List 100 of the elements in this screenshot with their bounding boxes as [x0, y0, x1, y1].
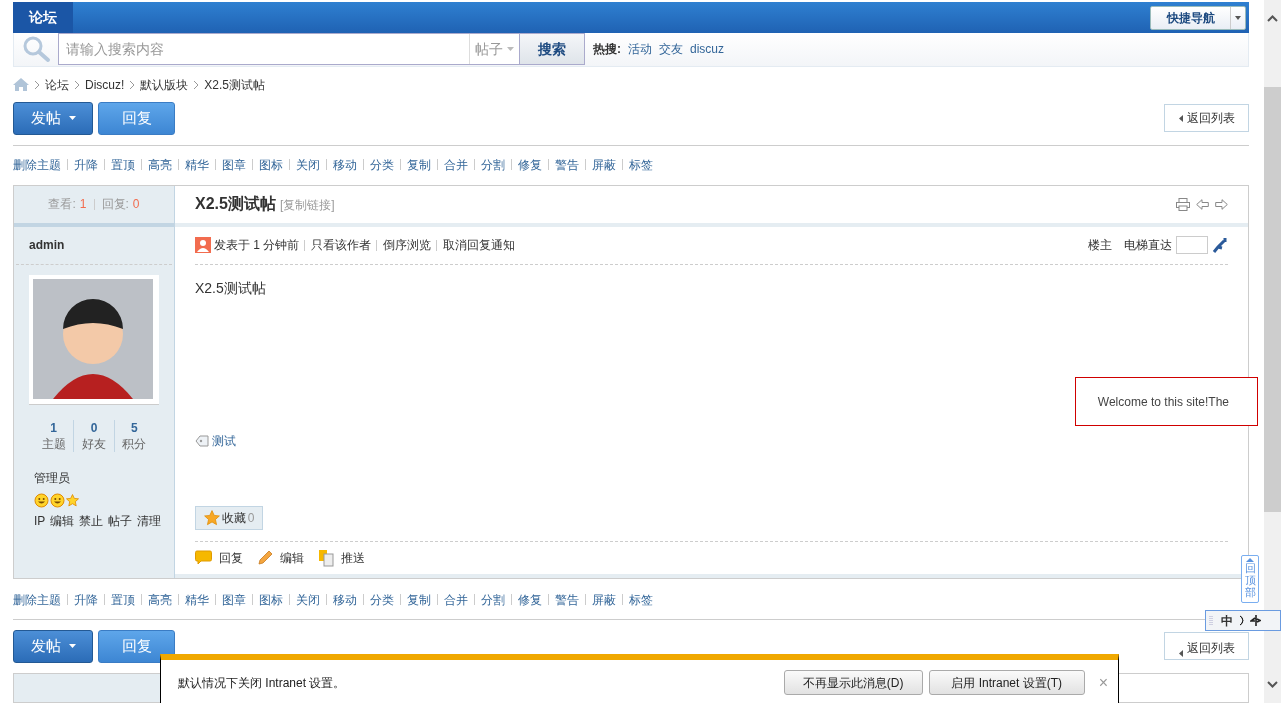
- stat-label: 积分: [122, 435, 147, 452]
- mod-tool-link[interactable]: 标签: [629, 590, 653, 609]
- mod-tool-link[interactable]: 复制: [407, 590, 431, 609]
- post-action-link[interactable]: 推送: [318, 548, 365, 567]
- mod-tool-link[interactable]: 屏蔽: [592, 590, 616, 609]
- mod-tool-link[interactable]: 高亮: [148, 155, 172, 174]
- caret-icon: [1235, 15, 1241, 20]
- mod-tool-link[interactable]: 屏蔽: [592, 155, 616, 174]
- caret-icon: [68, 116, 76, 121]
- post-action-link[interactable]: 编辑: [257, 548, 304, 567]
- mod-tool-link[interactable]: 移动: [333, 590, 357, 609]
- post-option-link[interactable]: 取消回复通知: [443, 236, 516, 255]
- mod-tool-link[interactable]: 分类: [370, 155, 394, 174]
- tag-link[interactable]: 测试: [212, 431, 236, 450]
- mod-tool-link[interactable]: 图章: [222, 590, 246, 609]
- chevron-icon: [194, 80, 199, 89]
- right-arrow-icon[interactable]: [1215, 198, 1228, 210]
- mod-tool-link[interactable]: 图章: [222, 155, 246, 174]
- post-action-link[interactable]: 回复: [195, 548, 243, 567]
- star-icon: [66, 493, 79, 507]
- floor-input[interactable]: [1176, 236, 1208, 255]
- new-post-button[interactable]: 发帖: [13, 629, 93, 663]
- up-triangle-icon: [1246, 558, 1254, 562]
- mod-tool-link[interactable]: 高亮: [148, 590, 172, 609]
- mod-tool-link[interactable]: 合并: [444, 155, 468, 174]
- favorite-button[interactable]: 收藏 0: [195, 505, 263, 530]
- mod-tool-link[interactable]: 警告: [555, 590, 579, 609]
- mod-tool-link[interactable]: 关闭: [296, 590, 320, 609]
- admin-link[interactable]: 编辑: [50, 511, 75, 530]
- ime-mode[interactable]: 中: [1221, 611, 1233, 630]
- mod-tool-link[interactable]: 精华: [185, 155, 209, 174]
- admin-link[interactable]: 帖子: [108, 511, 133, 530]
- mod-tool-link[interactable]: 置顶: [111, 590, 135, 609]
- breadcrumb-link[interactable]: 默认版块: [140, 75, 189, 94]
- back-to-list-button[interactable]: 返回列表: [1164, 104, 1249, 133]
- left-arrow-icon[interactable]: [1196, 198, 1209, 210]
- mod-tool-link[interactable]: 关闭: [296, 155, 320, 174]
- home-icon[interactable]: [13, 78, 29, 92]
- search-field[interactable]: 请输入搜索内容 帖子 搜索: [58, 33, 585, 66]
- mod-tool-link[interactable]: 图标: [259, 590, 283, 609]
- mod-tool-link[interactable]: 复制: [407, 155, 431, 174]
- breadcrumb-link[interactable]: 论坛: [45, 75, 69, 94]
- admin-link[interactable]: 清理: [137, 511, 162, 530]
- stat-value[interactable]: 5: [130, 419, 138, 436]
- star-icon: [203, 509, 220, 526]
- chevron-icon: [75, 80, 79, 89]
- printer-icon[interactable]: [1176, 197, 1190, 211]
- notification-button[interactable]: 不再显示此消息(D): [783, 670, 923, 695]
- grip-icon[interactable]: [1209, 614, 1213, 627]
- mod-tool-link[interactable]: 精华: [185, 590, 209, 609]
- mod-tool-link[interactable]: 分割: [481, 155, 505, 174]
- chevron-icon: [130, 80, 135, 89]
- floor-label: 楼主: [1088, 237, 1112, 255]
- quick-nav-button[interactable]: 快捷导航: [1150, 5, 1246, 30]
- views-label: 查看:: [48, 196, 76, 214]
- back-to-top-button[interactable]: 回顶部: [1241, 555, 1259, 603]
- hot-search-link[interactable]: 交友: [659, 40, 683, 59]
- mod-tool-link[interactable]: 分类: [370, 590, 394, 609]
- replies-label: 回复:: [101, 196, 129, 214]
- author-name[interactable]: admin: [29, 236, 65, 255]
- mod-tool-link[interactable]: 升降: [74, 590, 98, 609]
- mod-tool-link[interactable]: 分割: [481, 590, 505, 609]
- stat-label: 主题: [41, 435, 66, 452]
- smiley-icon: [34, 492, 49, 508]
- mod-tool-link[interactable]: 修复: [518, 590, 542, 609]
- user-icon: [195, 237, 211, 254]
- back-to-list-button[interactable]: 返回列表: [1164, 632, 1249, 661]
- mod-tool-link[interactable]: 升降: [74, 155, 98, 174]
- hot-search-link[interactable]: 活动: [628, 40, 652, 59]
- stat-value[interactable]: 1: [50, 419, 57, 436]
- mod-tool-link[interactable]: 删除主题: [13, 590, 61, 609]
- left-triangle-icon: [1178, 114, 1183, 122]
- forum-tab[interactable]: 论坛: [13, 2, 73, 33]
- moon-icon[interactable]: [1237, 615, 1246, 626]
- breadcrumb-link[interactable]: X2.5测试帖: [204, 75, 266, 94]
- stat-value[interactable]: 0: [90, 419, 98, 436]
- documents-icon: [318, 548, 334, 567]
- mod-tool-link[interactable]: 置顶: [111, 155, 135, 174]
- post-option-link[interactable]: 只看该作者: [311, 236, 372, 255]
- breadcrumb-link[interactable]: Discuz!: [85, 75, 125, 94]
- hot-search-link[interactable]: discuz: [690, 40, 724, 59]
- mod-tool-link[interactable]: 标签: [629, 155, 653, 174]
- views-count: 1: [79, 196, 87, 214]
- admin-link[interactable]: IP: [34, 511, 46, 530]
- new-post-button[interactable]: 发帖: [13, 101, 93, 135]
- mod-tool-link[interactable]: 图标: [259, 155, 283, 174]
- mod-tool-link[interactable]: 修复: [518, 155, 542, 174]
- mod-tool-link[interactable]: 删除主题: [13, 155, 61, 174]
- mod-tool-link[interactable]: 移动: [333, 155, 357, 174]
- scrollbar-thumb[interactable]: [1264, 87, 1281, 512]
- search-icon: [22, 35, 52, 64]
- mod-tool-link[interactable]: 合并: [444, 590, 468, 609]
- go-icon[interactable]: [1212, 237, 1228, 254]
- chevron-icon: [35, 80, 39, 89]
- search-button[interactable]: 搜索: [519, 34, 584, 65]
- stat-label: 好友: [82, 435, 106, 452]
- notification-button[interactable]: 启用 Intranet 设置(T): [928, 670, 1085, 695]
- post-option-link[interactable]: 倒序浏览: [383, 236, 432, 255]
- mod-tool-link[interactable]: 警告: [555, 155, 579, 174]
- admin-link[interactable]: 禁止: [79, 511, 104, 530]
